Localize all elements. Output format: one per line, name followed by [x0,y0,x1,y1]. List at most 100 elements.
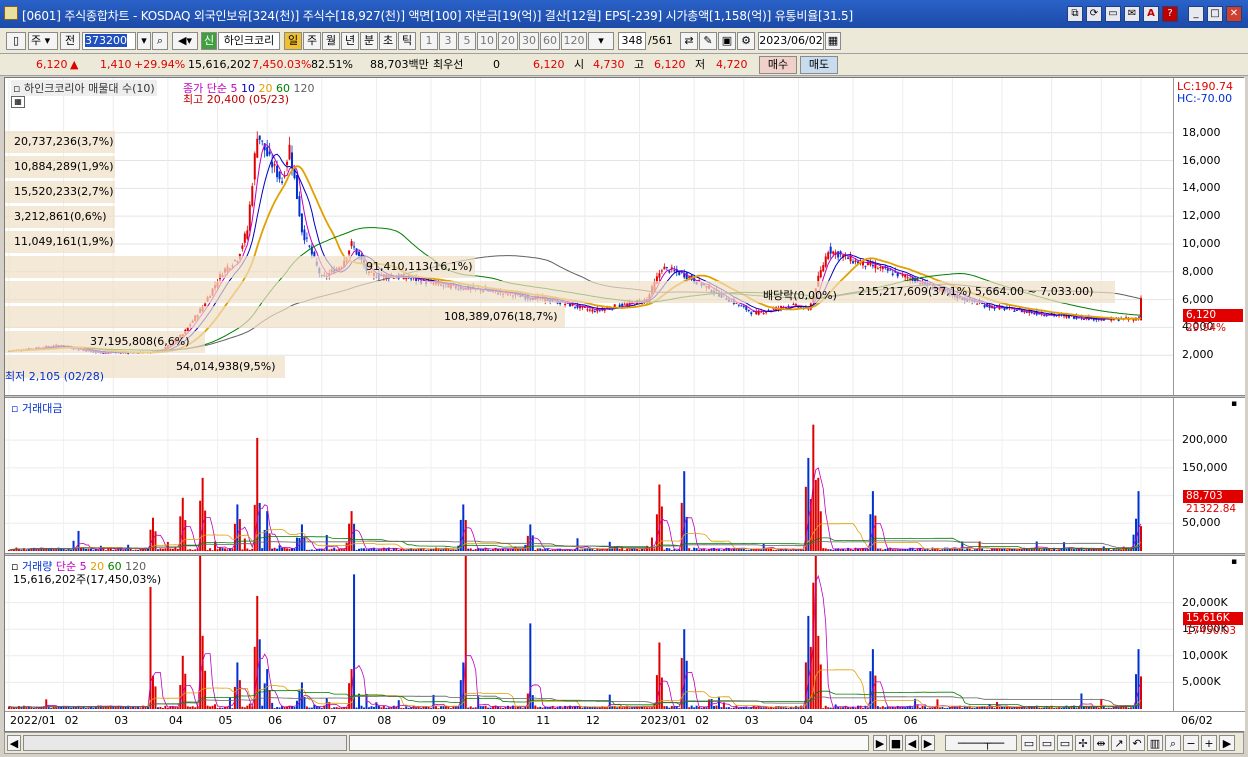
interval-60[interactable]: 60 [540,32,560,50]
step-back-icon[interactable]: ◀ [905,735,919,751]
volume-bar [1060,707,1063,709]
scroll-thumb[interactable] [349,735,869,751]
candle-body [663,266,666,270]
code-dropdown-icon[interactable]: ▾ [137,32,151,50]
zoom-in-icon[interactable]: + [1201,735,1217,751]
layout-icon[interactable]: ▭ [1021,735,1037,751]
calendar-icon[interactable]: ▦ [825,32,841,50]
scroll-track[interactable] [23,735,347,751]
volume-bar [216,549,219,551]
period-minute-tab[interactable]: 분 [360,32,378,50]
candle-body [750,312,753,315]
sell-button[interactable]: 매도 [800,56,838,74]
buy-button[interactable]: 매수 [759,56,797,74]
price-pane[interactable]: 20,737,236(3,7%) 10,884,289(1,9%) 15,520,2… [5,78,1245,395]
volume-bar [159,706,162,709]
stop-icon[interactable]: ■ [889,735,903,751]
back-icon[interactable]: ↶ [1129,735,1145,751]
volume-bar [405,706,408,709]
restore-layout-button[interactable]: ▭ [1105,6,1121,22]
interval-5[interactable]: 5 [458,32,476,50]
interval-30[interactable]: 30 [519,32,539,50]
candle-body [854,260,857,263]
volume-bar [1087,707,1090,709]
stock-code-input[interactable]: 373200 [82,32,136,50]
interval-1[interactable]: 1 [420,32,438,50]
period-tick-tab[interactable]: 틱 [398,32,416,50]
volume-bar [946,707,949,709]
search-icon[interactable]: ⌕ [152,32,168,50]
volume-bar [628,549,631,551]
chart-area[interactable]: 20,737,236(3,7%) 10,884,289(1,9%) 15,520,2… [4,77,1245,732]
data-count-input[interactable]: 348 [618,32,646,50]
volume-bar [874,515,877,551]
period-day-tab[interactable]: 일 [284,32,302,50]
interval-3[interactable]: 3 [439,32,457,50]
chart-menu-icon[interactable]: ▯ [6,32,26,50]
chart-type-icon[interactable]: ▥ [1147,735,1163,751]
maximize-button[interactable]: □ [1207,6,1223,22]
candle-body [891,273,894,275]
period-month-tab[interactable]: 월 [322,32,340,50]
interval-input[interactable]: ▾ [588,32,614,50]
volume-bar [807,457,810,551]
volume-info: 15,616,202주(17,450,03%) [13,573,162,586]
date-input[interactable]: 2023/06/02 [758,32,824,50]
zoom-slider[interactable]: ────┬── [945,735,1017,751]
scroll-right-arrow-icon[interactable]: ▶ [1219,735,1235,751]
volume-bar [1100,549,1103,551]
mail-button[interactable]: ✉ [1124,6,1140,22]
period-second-tab[interactable]: 초 [379,32,397,50]
help-button[interactable]: ? [1162,6,1178,22]
volume-bar [891,549,894,551]
play-icon[interactable]: ▶ [873,735,887,751]
low-price: 4,720 [716,58,748,71]
interval-20[interactable]: 20 [498,32,518,50]
volume-pane[interactable]: ▫ 거래량 단순 5 20 60 120 15,616,202주(17,450,… [5,556,1245,711]
crosshair-icon[interactable]: ✢ [1075,735,1091,751]
move-icon[interactable]: ⇹ [1093,735,1109,751]
scroll-icon[interactable]: ⇄ [680,32,698,50]
volume-bar [238,519,241,551]
volume-bar [447,706,450,709]
close-button[interactable]: ✕ [1226,6,1242,22]
interval-120[interactable]: 120 [561,32,587,50]
volume-bar [243,538,246,551]
link-window-button[interactable]: ⧉ [1067,6,1083,22]
volume-bar [353,523,356,551]
prev-button[interactable]: 전 [60,32,80,50]
stock-name-field[interactable]: 하인크코리 [218,32,280,50]
fast-forward-icon[interactable]: ▶ [921,735,935,751]
draw-tool-icon[interactable]: ✎ [699,32,717,50]
grid-toggle-icon[interactable]: ▦ [11,96,25,108]
pane-close-icon[interactable]: ▪ [1231,557,1237,567]
save-icon[interactable]: ▣ [718,32,736,50]
bottom-scrollbar[interactable]: ◀ ▶ ■ ◀ ▶ ────┬── ▭ ▭ ▭ ✢ ⇹ ↗ ↶ ▥ ⌕ − + … [4,732,1244,754]
settings-icon[interactable]: ⚙ [737,32,755,50]
scroll-left-arrow-icon[interactable]: ◀ [7,735,21,751]
volume-profile-label: 20,737,236(3,7%) [14,135,114,148]
period-week-tab[interactable]: 주 [303,32,321,50]
interval-10[interactable]: 10 [477,32,497,50]
volume-bar [1070,548,1073,551]
volume-bar [789,550,792,551]
minimize-button[interactable]: _ [1188,6,1204,22]
period-year-tab[interactable]: 년 [341,32,359,50]
font-button[interactable]: A [1143,6,1159,22]
refresh-button[interactable]: ⟳ [1086,6,1102,22]
amount-pane[interactable]: ▫ 거래대금 200,000150,000100,00050,000 ▪ 88,… [5,398,1245,553]
market-select[interactable]: 주 ▾ [28,32,58,50]
volume-bar [186,706,189,709]
arrow-tool-icon[interactable]: ↗ [1111,735,1127,751]
zoom-out-icon[interactable]: − [1183,735,1199,751]
zoom-icon[interactable]: ⌕ [1165,735,1181,751]
volume-bar [228,548,231,551]
volume-bar [832,707,835,709]
volume-bar [603,550,606,551]
volume-bar [586,707,589,709]
layout3-icon[interactable]: ▭ [1057,735,1073,751]
pane-close-icon[interactable]: ▪ [1231,399,1237,409]
layout2-icon[interactable]: ▭ [1039,735,1055,751]
speaker-icon[interactable]: ◀▾ [172,32,198,50]
volume-bar [263,529,266,551]
